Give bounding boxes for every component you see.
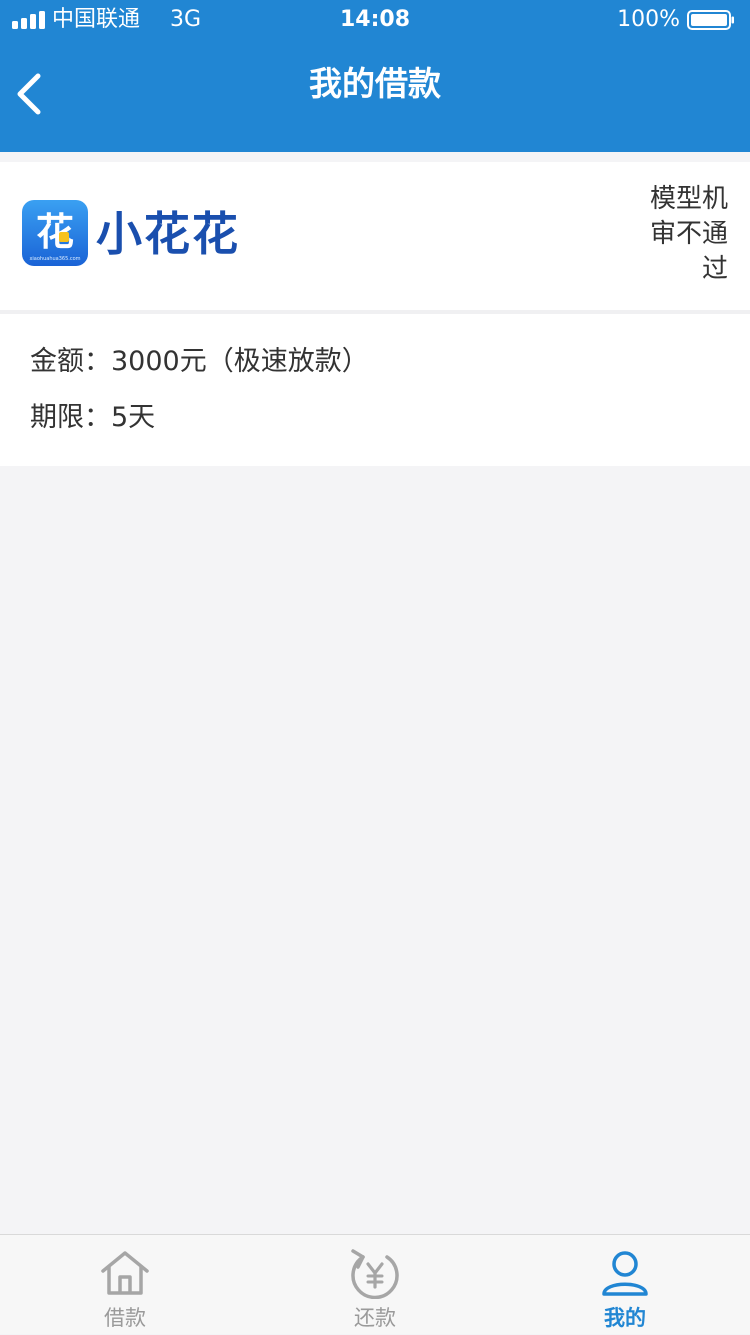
status-bar: 中国联通 3G 14:08 100% — [0, 0, 750, 40]
battery-percentage: 100% — [617, 7, 680, 32]
network-type: 3G — [170, 7, 202, 32]
carrier-name: 中国联通 — [52, 7, 141, 32]
navigation-bar: 我的借款 — [0, 40, 750, 152]
loan-term: 期限：5天 — [30, 402, 156, 433]
status-time: 14:08 — [339, 7, 411, 32]
back-button[interactable] — [0, 60, 80, 130]
brand-name: 小花花 — [96, 207, 240, 261]
xiaohuahua-logo-icon: 花 xiaohuahua365.com — [22, 200, 88, 266]
chevron-left-icon — [17, 73, 41, 115]
loan-card-details: 金额：3000元（极速放款） 期限：5天 — [0, 314, 750, 466]
tab-loan-label: 借款 — [104, 1306, 146, 1330]
tab-repay[interactable]: 还款 — [250, 1235, 500, 1335]
app-header: 中国联通 3G 14:08 100% 我的借款 — [0, 0, 750, 152]
loan-card[interactable]: 花 xiaohuahua365.com 小花花 模型机审不通过 金额：3000元… — [0, 162, 750, 466]
tab-loan[interactable]: 借款 — [0, 1235, 250, 1335]
loan-amount: 金额：3000元（极速放款） — [30, 346, 369, 377]
logo-url-text: xiaohuahua365.com — [29, 256, 80, 262]
bottom-tab-bar: 借款 还款 我的 — [0, 1234, 750, 1334]
signal-strength-icon — [12, 11, 45, 29]
tab-repay-label: 还款 — [354, 1306, 396, 1330]
repay-yen-icon — [351, 1249, 399, 1299]
loan-card-header: 花 xiaohuahua365.com 小花花 模型机审不通过 — [0, 162, 750, 310]
logo-glyph: 花 — [36, 210, 74, 254]
user-icon — [602, 1251, 648, 1296]
page-title: 我的借款 — [309, 64, 441, 103]
tab-mine[interactable]: 我的 — [500, 1235, 750, 1335]
tab-mine-label: 我的 — [604, 1306, 646, 1330]
battery-icon — [687, 10, 734, 30]
home-icon — [101, 1251, 149, 1295]
loan-status-label: 模型机审不通过 — [649, 184, 728, 284]
